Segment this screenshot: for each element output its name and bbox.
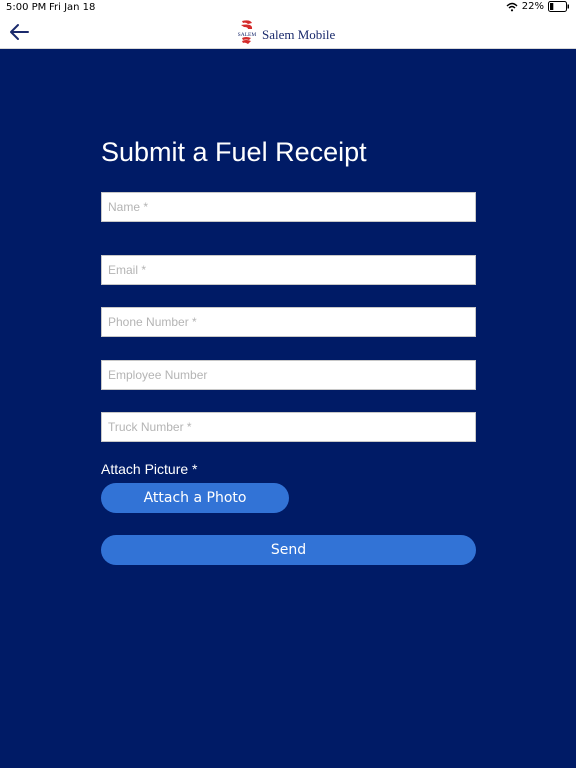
status-date: Fri Jan 18 [49, 2, 96, 13]
phone-number-field[interactable] [101, 307, 476, 337]
brand: SALEM Salem Mobile [236, 19, 335, 50]
employee-number-field[interactable] [101, 360, 476, 390]
battery-percent: 22% [521, 1, 544, 12]
salem-logo: SALEM [236, 19, 258, 50]
status-bar: 5:00 PM Fri Jan 18 22% [0, 0, 576, 16]
attach-photo-button[interactable]: Attach a Photo [101, 483, 289, 513]
status-time: 5:00 PM [6, 2, 47, 13]
page-title: Submit a Fuel Receipt [101, 137, 367, 167]
name-field[interactable] [101, 192, 476, 222]
back-button[interactable] [8, 22, 30, 42]
battery-icon [548, 1, 570, 12]
send-button[interactable]: Send [101, 535, 476, 565]
truck-number-field[interactable] [101, 412, 476, 442]
status-indicators: 22% [506, 1, 570, 12]
app-title: Salem Mobile [262, 26, 336, 42]
fuel-receipt-form: Submit a Fuel Receipt Attach Picture * A… [0, 49, 576, 768]
wifi-icon [506, 2, 518, 12]
email-field[interactable] [101, 255, 476, 285]
arrow-left-icon [8, 24, 30, 46]
attach-picture-label: Attach Picture * [101, 461, 198, 477]
nav-bar: SALEM Salem Mobile [0, 16, 576, 49]
